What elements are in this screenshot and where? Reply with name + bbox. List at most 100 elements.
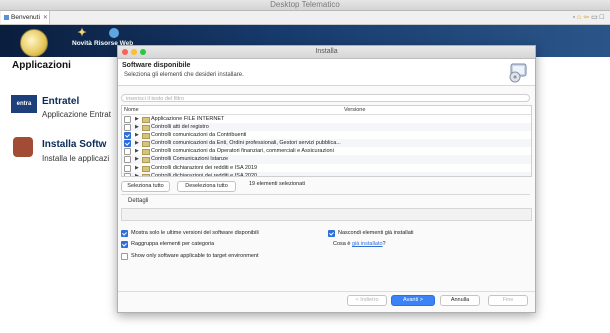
footer-divider: [118, 291, 535, 292]
tree-row[interactable]: ▶ Controlli dichiarazioni dei redditi e I…: [122, 164, 531, 172]
tree-row[interactable]: ▶ Applicazione FILE INTERNET: [122, 115, 531, 123]
entratel-logo[interactable]: entra: [11, 95, 37, 113]
target-env-label: Show only software applicable to target …: [131, 253, 259, 259]
row-checkbox[interactable]: [124, 140, 131, 148]
row-label: Controlli dichiarazioni dei redditi e IS…: [151, 164, 258, 171]
toolbar-icons[interactable]: ▫⌂⇦▭□: [573, 13, 606, 21]
app-entratel-title[interactable]: Entratel: [42, 96, 79, 107]
column-version[interactable]: Versione: [344, 106, 365, 114]
hide-installed-checkbox[interactable]: [328, 230, 335, 237]
section-title: Applicazioni: [12, 60, 71, 71]
tree-row[interactable]: ▶ Controlli comunicazioni da Contribuenti: [122, 131, 531, 140]
tab-bar: Benvenuti ✕ ▫⌂⇦▭□: [0, 11, 610, 25]
already-installed-link[interactable]: già installato: [352, 241, 383, 247]
folder-icon: [142, 133, 150, 140]
row-checkbox[interactable]: [124, 132, 131, 140]
row-checkbox[interactable]: [124, 172, 131, 176]
install-icon: [509, 63, 527, 83]
details-box: [121, 208, 532, 221]
expand-arrow-icon[interactable]: ▶: [135, 155, 139, 163]
install-dialog: Installa Software disponibile Seleziona …: [117, 45, 536, 313]
back-button[interactable]: < Indietro: [347, 295, 387, 306]
back-icon[interactable]: ⇦: [583, 14, 591, 21]
finish-button[interactable]: Fine: [488, 295, 528, 306]
column-name[interactable]: Nome: [124, 106, 139, 114]
row-label: Controlli comunicazioni da Operatori fin…: [151, 148, 334, 155]
option-group-category[interactable]: Raggruppa elementi per categoria: [121, 240, 214, 248]
expand-arrow-icon[interactable]: ▶: [135, 131, 139, 139]
group-category-label: Raggruppa elementi per categoria: [131, 241, 215, 247]
row-label: Controlli Comunicazioni Istanze: [151, 156, 229, 163]
restore-icon[interactable]: ▭: [591, 14, 600, 21]
expand-arrow-icon[interactable]: ▶: [135, 123, 139, 131]
app-entratel-subtitle: Applicazione Entrat: [42, 110, 111, 119]
select-all-button[interactable]: Seleziona tutto: [121, 181, 170, 192]
row-checkbox[interactable]: [124, 156, 131, 164]
latest-only-label: Mostra solo le ultime versioni del softw…: [131, 230, 259, 236]
tab-label: Benvenuti: [11, 14, 40, 21]
row-checkbox[interactable]: [124, 124, 131, 132]
window-title: Desktop Telematico: [270, 0, 340, 9]
banner-novita[interactable]: ✦ Novità: [72, 27, 92, 47]
target-env-checkbox[interactable]: [121, 253, 128, 260]
folder-icon: [142, 173, 150, 176]
star-icon: ✦: [77, 27, 87, 39]
dialog-header: Software disponibile Seleziona gli eleme…: [118, 59, 535, 86]
row-label: Controlli comunicazioni da Enti, Ordini …: [151, 140, 341, 147]
row-checkbox[interactable]: [124, 116, 131, 123]
app-install-title[interactable]: Installa Softw: [42, 139, 106, 150]
globe-icon: [108, 28, 119, 38]
row-label: Controlli dichiarazioni dei redditi e IS…: [151, 172, 258, 177]
filter-input[interactable]: inserisci il testo del filtro: [121, 94, 530, 102]
already-installed-text: Cosa è già installato?: [333, 240, 386, 248]
page-icon: [4, 14, 9, 20]
banner-novita-label: Novità: [72, 40, 92, 47]
option-latest-only[interactable]: Mostra solo le ultime versioni del softw…: [121, 229, 259, 237]
deselect-all-button[interactable]: Deseleziona tutto: [177, 181, 236, 192]
folder-icon: [142, 141, 150, 148]
dialog-titlebar: Installa: [118, 46, 535, 59]
close-icon[interactable]: ✕: [43, 15, 48, 21]
expand-arrow-icon[interactable]: ▶: [135, 147, 139, 155]
cancel-button[interactable]: Annulla: [440, 295, 480, 306]
row-checkbox[interactable]: [124, 148, 131, 156]
option-target-env[interactable]: Show only software applicable to target …: [121, 252, 259, 260]
tree-header: Nome Versione: [122, 106, 531, 115]
group-category-checkbox[interactable]: [121, 241, 128, 248]
banner-risorse-web[interactable]: Risorse Web: [94, 27, 133, 47]
expand-arrow-icon[interactable]: ▶: [135, 164, 139, 172]
expand-arrow-icon[interactable]: ▶: [135, 139, 139, 147]
row-label: Applicazione FILE INTERNET: [151, 116, 225, 122]
option-hide-installed[interactable]: Nascondi elementi già installati: [328, 229, 414, 237]
hide-installed-label: Nascondi elementi già installati: [338, 230, 414, 236]
tree-row[interactable]: ▶ Controlli dichiarazioni dei redditi e I…: [122, 171, 531, 177]
dialog-description: Seleziona gli elementi che desideri inst…: [124, 72, 244, 78]
tree-row[interactable]: ▶ Controlli comunicazioni da Enti, Ordini…: [122, 139, 531, 148]
folder-icon: [142, 157, 150, 164]
folder-icon: [142, 117, 150, 123]
next-button[interactable]: Avanti >: [391, 295, 435, 306]
latest-only-checkbox[interactable]: [121, 230, 128, 237]
tab-benvenuti[interactable]: Benvenuti ✕: [1, 11, 50, 24]
row-label: Controlli comunicazioni da Contribuenti: [151, 132, 247, 139]
row-checkbox[interactable]: [124, 164, 131, 172]
selected-count: 19 elementi selezionati: [249, 181, 305, 187]
tree-row[interactable]: ▶ Controlli Comunicazioni Istanze: [122, 155, 531, 164]
tree-row[interactable]: ▶ Controlli comunicazioni da Operatori fi…: [122, 147, 531, 156]
tree-row[interactable]: ▶ Controlli atti del registro: [122, 123, 531, 132]
already-installed-prefix: Cosa è: [333, 241, 352, 247]
lightbulb-icon: [20, 29, 48, 57]
folder-icon: [142, 149, 150, 156]
expand-arrow-icon[interactable]: ▶: [135, 115, 139, 123]
dialog-title: Installa: [315, 48, 338, 55]
dialog-heading: Software disponibile: [122, 62, 191, 69]
details-label: Dettagli: [128, 198, 149, 204]
expand-arrow-icon[interactable]: ▶: [135, 172, 139, 176]
divider: [121, 194, 530, 195]
software-tree[interactable]: Nome Versione ▶ Applicazione FILE INTERNE…: [121, 105, 532, 177]
window-titlebar: Desktop Telematico: [0, 0, 610, 11]
install-software-icon[interactable]: [13, 137, 33, 157]
folder-icon: [142, 125, 150, 132]
app-install-subtitle: Installa le applicazi: [42, 154, 110, 163]
maximize-icon[interactable]: □: [600, 14, 606, 21]
